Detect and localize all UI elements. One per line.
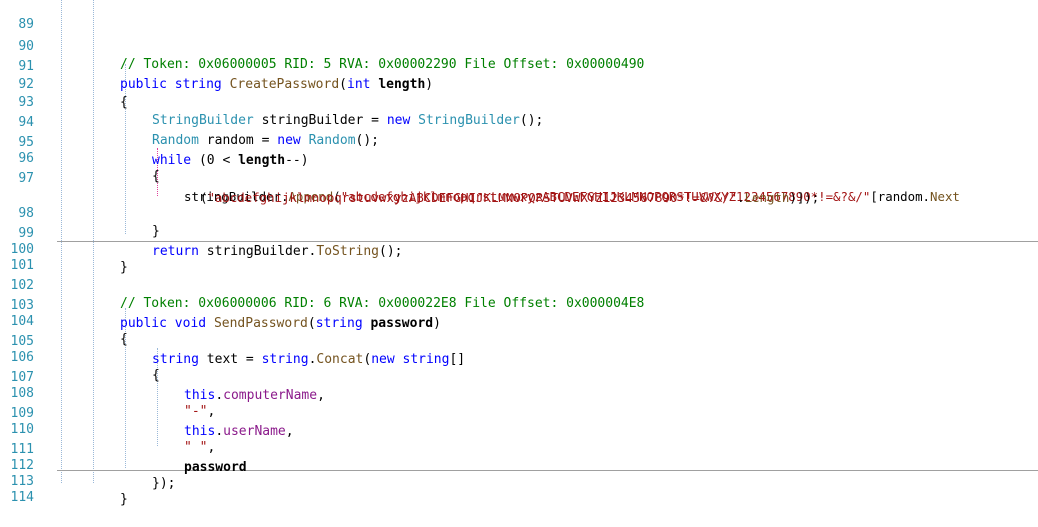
parameter[interactable]: length	[238, 153, 285, 168]
comment-token: // Token: 0x06000005 RID: 5 RVA: 0x00002…	[120, 57, 645, 72]
string-literal: "-"	[184, 404, 208, 419]
code-line: 104 {	[0, 295, 128, 347]
keyword: return	[152, 244, 199, 259]
code-line: 98 }	[0, 187, 159, 239]
code-editor[interactable]: 89 90 // Token: 0x06000005 RID: 5 RVA: 0…	[0, 0, 1038, 507]
method-separator	[57, 241, 1038, 242]
code-line: 114	[0, 471, 34, 505]
punct: )	[433, 316, 441, 331]
punct: ();	[379, 244, 403, 259]
keyword: string	[315, 316, 363, 331]
keyword: void	[174, 316, 207, 331]
punct: (	[307, 316, 316, 331]
punct: )	[425, 77, 434, 92]
keyword: new	[371, 352, 395, 367]
keyword: string	[402, 352, 450, 367]
brace: {	[152, 169, 160, 184]
method-name[interactable]: Next	[930, 189, 960, 204]
keyword: this	[184, 388, 216, 403]
punct: ,	[207, 404, 216, 419]
brace: }	[120, 492, 128, 507]
brace: });	[152, 476, 176, 491]
code-line: 94 Random random = new Random();	[0, 96, 379, 148]
punct: ,	[285, 424, 294, 439]
field-name[interactable]: computerName	[223, 388, 317, 403]
punct: .	[215, 424, 224, 439]
code-line: 91 public string CreatePassword(int leng…	[0, 40, 433, 92]
code-text: stringBuilder.	[198, 244, 317, 259]
punct: ();	[519, 113, 544, 128]
keyword: while	[152, 153, 192, 168]
method-name[interactable]: ToString	[316, 244, 379, 259]
code-line: 92 {	[0, 58, 127, 110]
code-line: 90 // Token: 0x06000005 RID: 5 RVA: 0x00…	[0, 20, 644, 72]
code-text: [random.	[870, 189, 931, 204]
code-line: 96 {	[0, 132, 159, 184]
parameter[interactable]: length	[378, 77, 425, 92]
punct: ();	[355, 133, 380, 148]
punct: ,	[317, 388, 325, 403]
keyword: string	[174, 77, 222, 92]
code-text: text =	[198, 352, 262, 367]
type-name[interactable]: Random	[309, 133, 356, 148]
brace: }	[152, 224, 160, 239]
code-line: 102 // Token: 0x06000006 RID: 6 RVA: 0x0…	[0, 259, 645, 311]
code-line: 106 {	[0, 331, 160, 383]
type-name[interactable]: StringBuilder	[152, 113, 254, 128]
punct: .	[737, 190, 745, 205]
keyword: string	[261, 352, 309, 367]
method-name[interactable]: CreatePassword	[230, 77, 340, 92]
punct: --)	[285, 153, 309, 168]
code-line: 97 stringBuilder.Append("abcdefghijklmno…	[0, 152, 960, 204]
method-name[interactable]: Concat	[316, 352, 363, 367]
keyword: public	[120, 316, 167, 331]
punct: (	[363, 352, 372, 367]
keyword: new	[277, 133, 301, 148]
punct: []	[449, 352, 466, 367]
comment-token: // Token: 0x06000006 RID: 6 RVA: 0x00002…	[120, 296, 645, 311]
string-literal: "abcdefghijklmnopqrstuvwxyzABCDEFGHIJKLM…	[207, 190, 738, 205]
code-line: 89	[0, 0, 34, 32]
code-text: (0 <	[191, 153, 239, 168]
parameter[interactable]: password	[370, 316, 433, 331]
code-line: 108 "-",	[0, 367, 216, 419]
brace: {	[152, 368, 160, 383]
keyword: new	[386, 113, 411, 128]
code-line: 110 " ",	[0, 403, 216, 455]
code-text: stringBuilder =	[253, 113, 387, 128]
brace: {	[120, 95, 128, 110]
brace: }	[120, 260, 128, 275]
type-name[interactable]: Random	[152, 133, 199, 148]
string-literal: " "	[184, 440, 208, 455]
punct: ,	[207, 440, 216, 455]
keyword: public	[120, 77, 167, 92]
keyword: int	[347, 77, 371, 92]
method-name[interactable]: SendPassword	[214, 316, 308, 331]
code-line: 101	[0, 239, 34, 273]
member-name[interactable]: Length	[745, 190, 790, 205]
line-number: 114	[10, 490, 34, 505]
keyword: string	[152, 352, 199, 367]
punct: )]);	[789, 190, 820, 205]
punct: (	[339, 77, 347, 92]
brace: {	[120, 332, 128, 347]
type-name[interactable]: StringBuilder	[418, 113, 520, 128]
punct: .	[215, 388, 224, 403]
keyword: this	[184, 424, 216, 439]
parameter[interactable]: password	[184, 459, 247, 477]
code-text: random =	[198, 133, 278, 148]
field-name[interactable]: userName	[223, 424, 286, 439]
code-line: 93 StringBuilder stringBuilder = new Str…	[0, 76, 543, 128]
